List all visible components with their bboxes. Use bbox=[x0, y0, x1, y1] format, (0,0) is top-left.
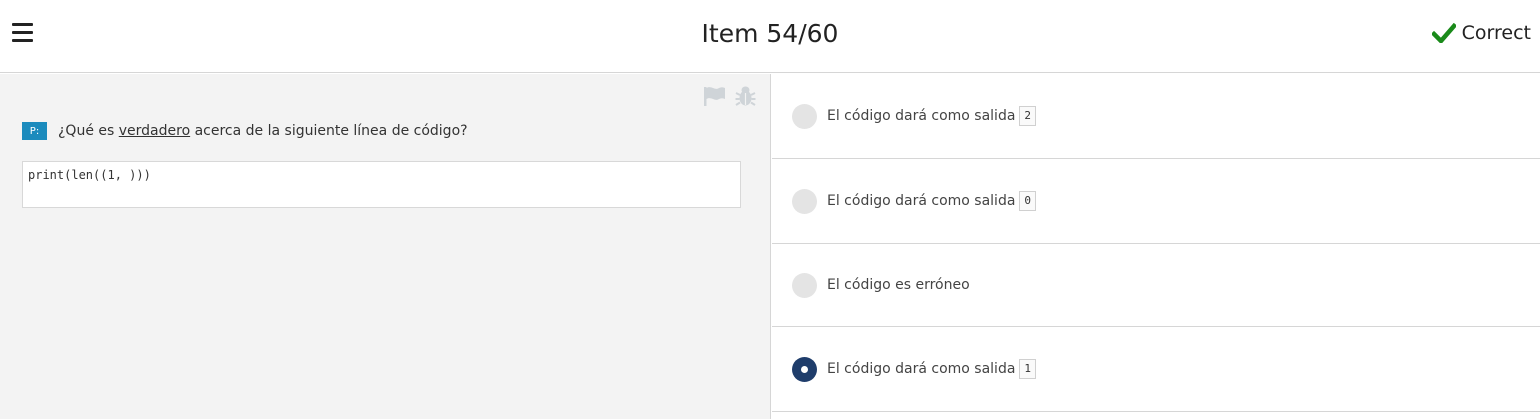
item-counter-title: Item 54/60 bbox=[701, 19, 839, 48]
header-bar: Item 54/60 Correct bbox=[0, 0, 1540, 73]
radio-button-selected[interactable] bbox=[792, 356, 817, 382]
option-label: El código dará como salida bbox=[827, 361, 1016, 377]
question-prompt: P: ¿Qué es verdadero acerca de la siguie… bbox=[22, 122, 468, 140]
radio-button[interactable] bbox=[792, 272, 817, 298]
option-code: 0 bbox=[1019, 191, 1037, 211]
flag-icon[interactable] bbox=[703, 86, 726, 106]
answer-option[interactable]: El código es erróneo bbox=[772, 244, 1540, 327]
option-label: El código es erróneo bbox=[827, 277, 970, 293]
answer-options-panel: El código dará como salida 2 El código d… bbox=[772, 74, 1540, 419]
answer-option[interactable]: El código dará como salida 2 bbox=[772, 74, 1540, 159]
question-emphasis: verdadero bbox=[118, 123, 191, 139]
code-snippet: print(len((1, ))) bbox=[22, 161, 741, 208]
status-label: Correct bbox=[1461, 22, 1531, 44]
radio-button[interactable] bbox=[792, 103, 817, 129]
result-status: Correct bbox=[1431, 22, 1531, 44]
question-panel: P: ¿Qué es verdadero acerca de la siguie… bbox=[0, 74, 771, 419]
radio-button[interactable] bbox=[792, 188, 817, 214]
answer-option-selected[interactable]: El código dará como salida 1 bbox=[772, 327, 1540, 412]
option-label: El código dará como salida bbox=[827, 108, 1016, 124]
question-badge: P: bbox=[22, 122, 47, 140]
option-code: 1 bbox=[1019, 359, 1037, 379]
option-label: El código dará como salida bbox=[827, 193, 1016, 209]
answer-option[interactable]: El código dará como salida 0 bbox=[772, 159, 1540, 244]
question-text: ¿Qué es verdadero acerca de la siguiente… bbox=[58, 123, 468, 139]
checkmark-icon bbox=[1431, 23, 1456, 43]
option-code: 2 bbox=[1019, 106, 1037, 126]
bug-icon[interactable] bbox=[735, 84, 756, 107]
